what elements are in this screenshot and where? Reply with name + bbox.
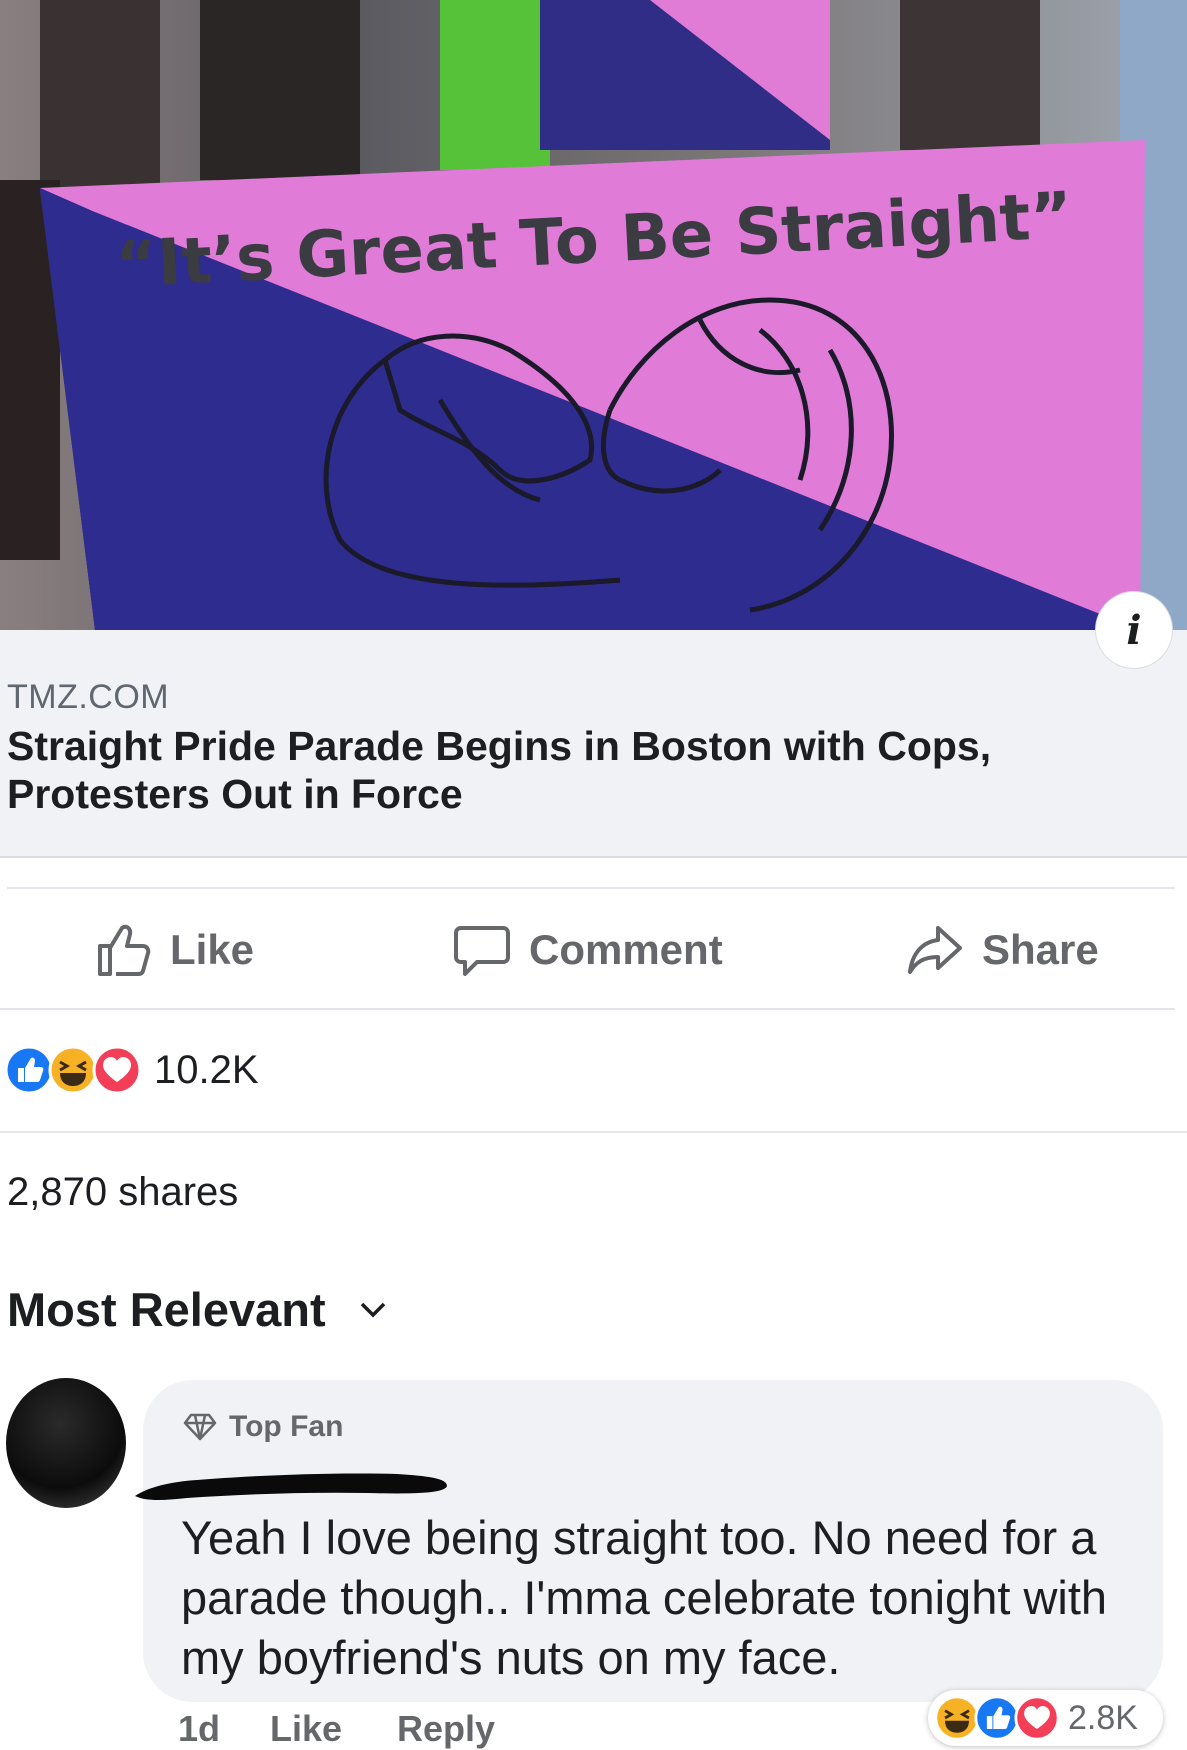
comment-like-link[interactable]: Like	[270, 1708, 342, 1750]
comment-icon	[454, 926, 510, 976]
like-label: Like	[170, 926, 255, 973]
diamond-icon	[183, 1413, 217, 1441]
badge-label: Top Fan	[229, 1410, 344, 1443]
love-icon	[92, 1045, 142, 1095]
article-image[interactable]: “It’s Great To Be Straight”	[0, 0, 1187, 630]
comment-reactions[interactable]: 2.8K	[928, 1690, 1163, 1746]
comment-label: Comment	[529, 926, 723, 973]
like-button[interactable]: Like	[96, 920, 254, 980]
comment-sort-dropdown[interactable]: Most Relevant	[7, 1282, 388, 1337]
like-icon	[4, 1045, 54, 1095]
thumbs-up-icon	[98, 924, 151, 976]
comment-reaction-count: 2.8K	[1068, 1698, 1138, 1737]
divider	[0, 1131, 1187, 1133]
info-icon[interactable]: i	[1096, 592, 1172, 668]
divider	[7, 887, 1175, 889]
comment-reply-link[interactable]: Reply	[397, 1708, 495, 1750]
share-icon	[908, 926, 962, 974]
share-button[interactable]: Share	[906, 920, 1099, 980]
shares-count[interactable]: 2,870 shares	[7, 1170, 238, 1215]
comment-bubble: Top Fan Yeah I love being straight too. …	[135, 1380, 1163, 1702]
top-fan-badge: Top Fan	[183, 1410, 343, 1444]
banner-photo: “It’s Great To Be Straight”	[0, 0, 1187, 630]
avatar[interactable]	[6, 1378, 126, 1508]
comment-text: Yeah I love being straight too. No need …	[181, 1511, 1108, 1684]
link-domain: TMZ.COM	[7, 678, 170, 716]
haha-icon	[48, 1045, 98, 1095]
comment-time: 1d	[178, 1708, 221, 1749]
redacted-name	[135, 1473, 447, 1500]
reaction-count: 10.2K	[154, 1047, 259, 1092]
link-headline[interactable]: Straight Pride Parade Begins in Boston w…	[7, 722, 1107, 818]
link-preview[interactable]: TMZ.COM Straight Pride Parade Begins in …	[0, 630, 1187, 858]
love-icon	[1014, 1695, 1060, 1741]
chevron-down-icon	[360, 1302, 385, 1317]
sort-label: Most Relevant	[7, 1283, 326, 1336]
reactions-summary[interactable]: 10.2K	[4, 1045, 259, 1095]
share-label: Share	[982, 926, 1099, 973]
divider	[0, 1008, 1175, 1010]
comment-button[interactable]: Comment	[453, 920, 723, 980]
